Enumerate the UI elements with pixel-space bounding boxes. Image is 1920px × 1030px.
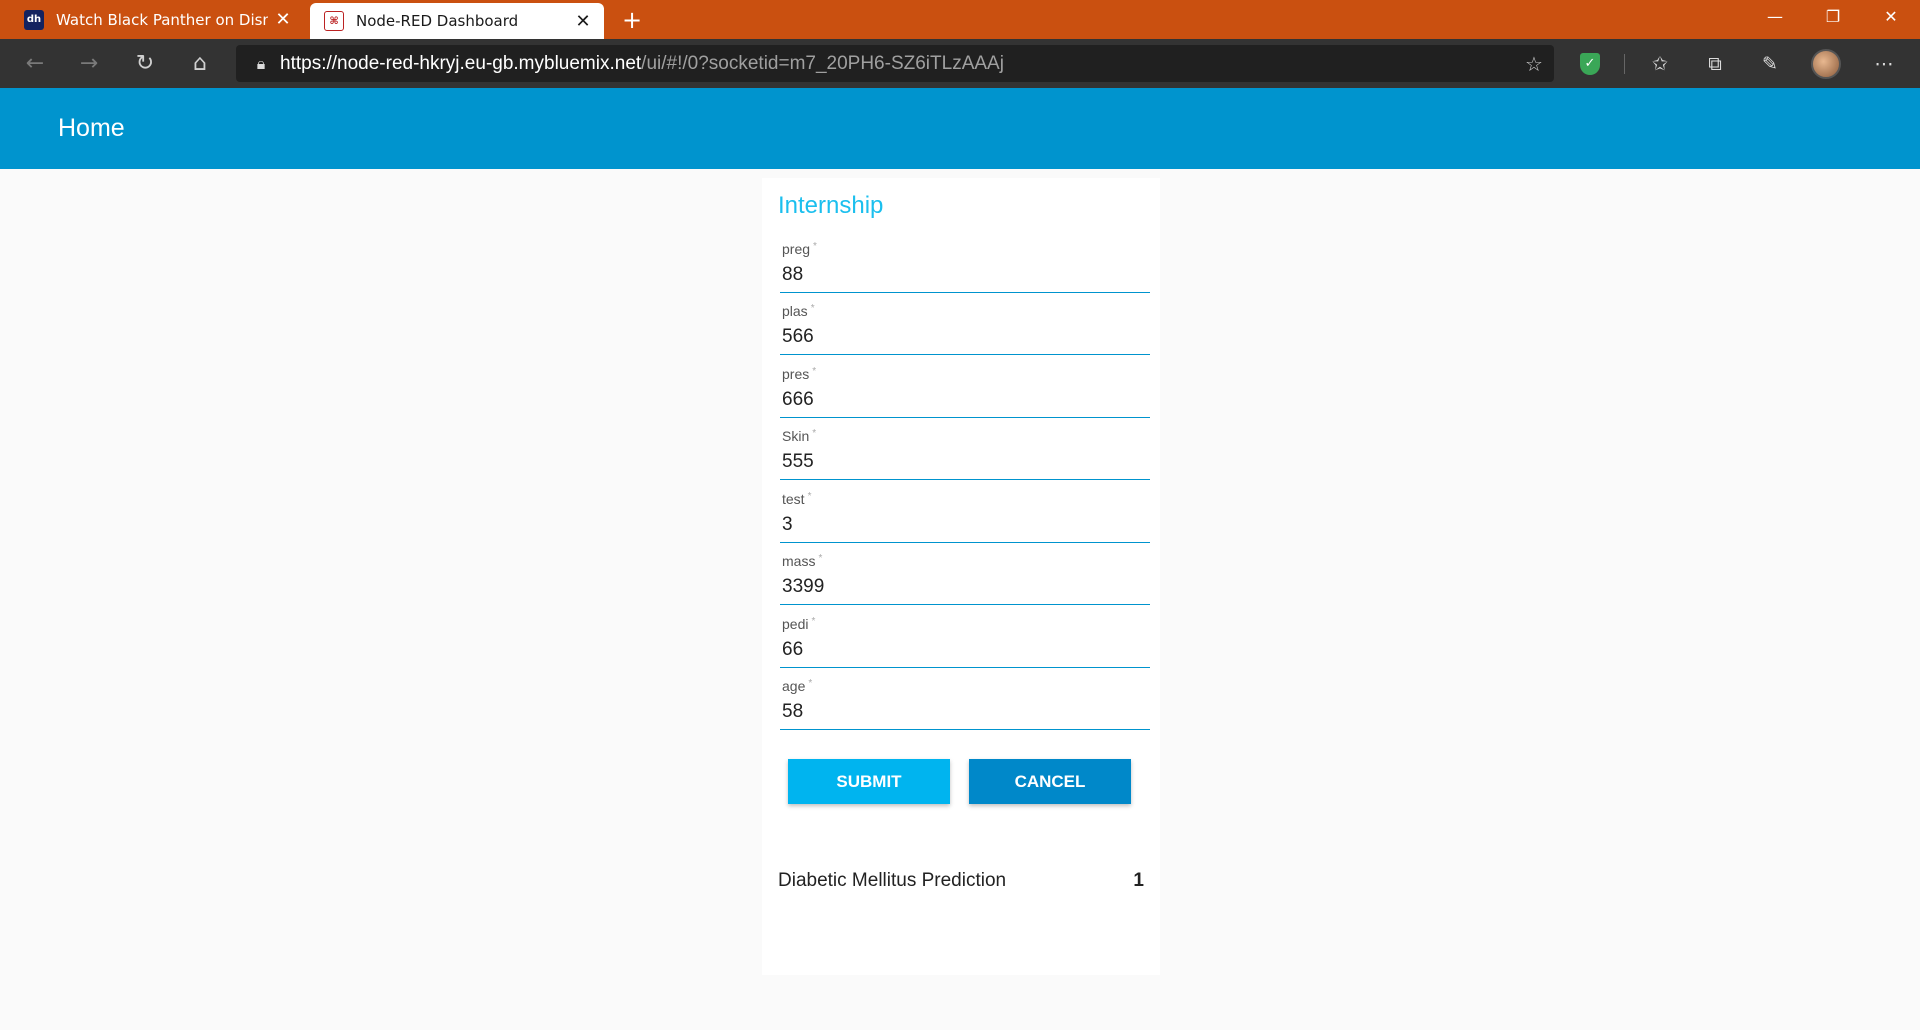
field-plas: plas *	[780, 303, 1152, 355]
node-red-favicon-icon: ⌘	[324, 11, 344, 31]
field-label: plas *	[782, 303, 815, 319]
pedi-input[interactable]	[780, 636, 1152, 664]
field-skin: Skin *	[780, 428, 1152, 480]
prediction-label: Diabetic Mellitus Prediction	[778, 870, 1007, 891]
field-age: age *	[780, 678, 1152, 730]
tab-title: Watch Black Panther on Disney+	[56, 10, 268, 29]
pres-input[interactable]	[780, 386, 1152, 414]
field-pres: pres *	[780, 366, 1152, 418]
address-bar[interactable]: 🔒︎ https://node-red-hkryj.eu-gb.mybluemi…	[236, 45, 1554, 82]
window-close-icon[interactable]: ✕	[1864, 0, 1918, 32]
field-label: age *	[782, 678, 813, 694]
new-tab-button[interactable]: +	[614, 0, 650, 39]
cancel-button[interactable]: CANCEL	[969, 759, 1131, 804]
refresh-icon[interactable]: ↻	[120, 39, 170, 88]
collections-icon[interactable]: ⧉	[1693, 39, 1737, 88]
disney-favicon-icon: dh	[24, 9, 44, 30]
field-test: test *	[780, 491, 1152, 543]
skin-input[interactable]	[780, 448, 1152, 476]
browser-tab-strip: dh Watch Black Panther on Disney+ ✕ ⌘ No…	[0, 0, 1920, 39]
more-menu-icon[interactable]: ⋯	[1862, 39, 1906, 88]
back-arrow-icon[interactable]: ←	[10, 39, 60, 88]
field-mass: mass *	[780, 553, 1152, 605]
field-preg: preg *	[780, 241, 1152, 293]
lock-icon: 🔒︎	[256, 53, 266, 73]
prediction-value: 1	[1133, 870, 1144, 891]
browser-tab-node-red[interactable]: ⌘ Node-RED Dashboard ✕	[310, 3, 604, 39]
shield-extension-icon[interactable]: ✓	[1568, 39, 1612, 88]
favorites-icon[interactable]: ✩	[1638, 39, 1682, 88]
mass-input[interactable]	[780, 573, 1152, 601]
favorite-star-icon[interactable]: ☆	[1514, 52, 1554, 76]
prediction-result: Diabetic Mellitus Prediction 1	[778, 866, 1144, 896]
field-label: mass *	[782, 553, 823, 569]
form-title: Internship	[778, 192, 884, 219]
profile-avatar[interactable]	[1804, 39, 1848, 88]
feedback-icon[interactable]: ✎	[1748, 39, 1792, 88]
browser-tab-disney[interactable]: dh Watch Black Panther on Disney+ ✕	[10, 0, 304, 39]
browser-toolbar: ← → ↻ ⌂ 🔒︎ https://node-red-hkryj.eu-gb.…	[0, 39, 1920, 88]
close-icon[interactable]: ✕	[268, 9, 298, 30]
dashboard-header: Home	[0, 88, 1920, 169]
minimize-icon[interactable]: —	[1748, 0, 1802, 32]
restore-icon[interactable]: ❐	[1806, 0, 1860, 32]
test-input[interactable]	[780, 511, 1152, 539]
field-label: test *	[782, 491, 812, 507]
field-label: preg *	[782, 241, 817, 257]
home-icon[interactable]: ⌂	[175, 39, 225, 88]
url-text[interactable]: https://node-red-hkryj.eu-gb.mybluemix.n…	[280, 53, 1514, 75]
age-input[interactable]	[780, 698, 1152, 726]
url-path: /ui/#!/0?socketid=m7_20PH6-SZ6iTLzAAAj	[641, 52, 1004, 74]
forward-arrow-icon[interactable]: →	[64, 39, 114, 88]
submit-button[interactable]: SUBMIT	[788, 759, 950, 804]
field-label: pres *	[782, 366, 817, 382]
url-host: https://node-red-hkryj.eu-gb.mybluemix.n…	[280, 52, 642, 74]
tab-title: Node-RED Dashboard	[356, 12, 519, 30]
toolbar-divider	[1624, 54, 1625, 74]
plas-input[interactable]	[780, 323, 1152, 351]
field-pedi: pedi *	[780, 616, 1152, 668]
page-title: Home	[58, 114, 125, 142]
field-label: Skin *	[782, 428, 817, 444]
form-card: Internship preg* plas* pres* Skin* test*…	[762, 178, 1160, 975]
close-icon[interactable]: ✕	[568, 11, 598, 32]
preg-input[interactable]	[780, 261, 1152, 289]
field-label: pedi *	[782, 616, 816, 632]
